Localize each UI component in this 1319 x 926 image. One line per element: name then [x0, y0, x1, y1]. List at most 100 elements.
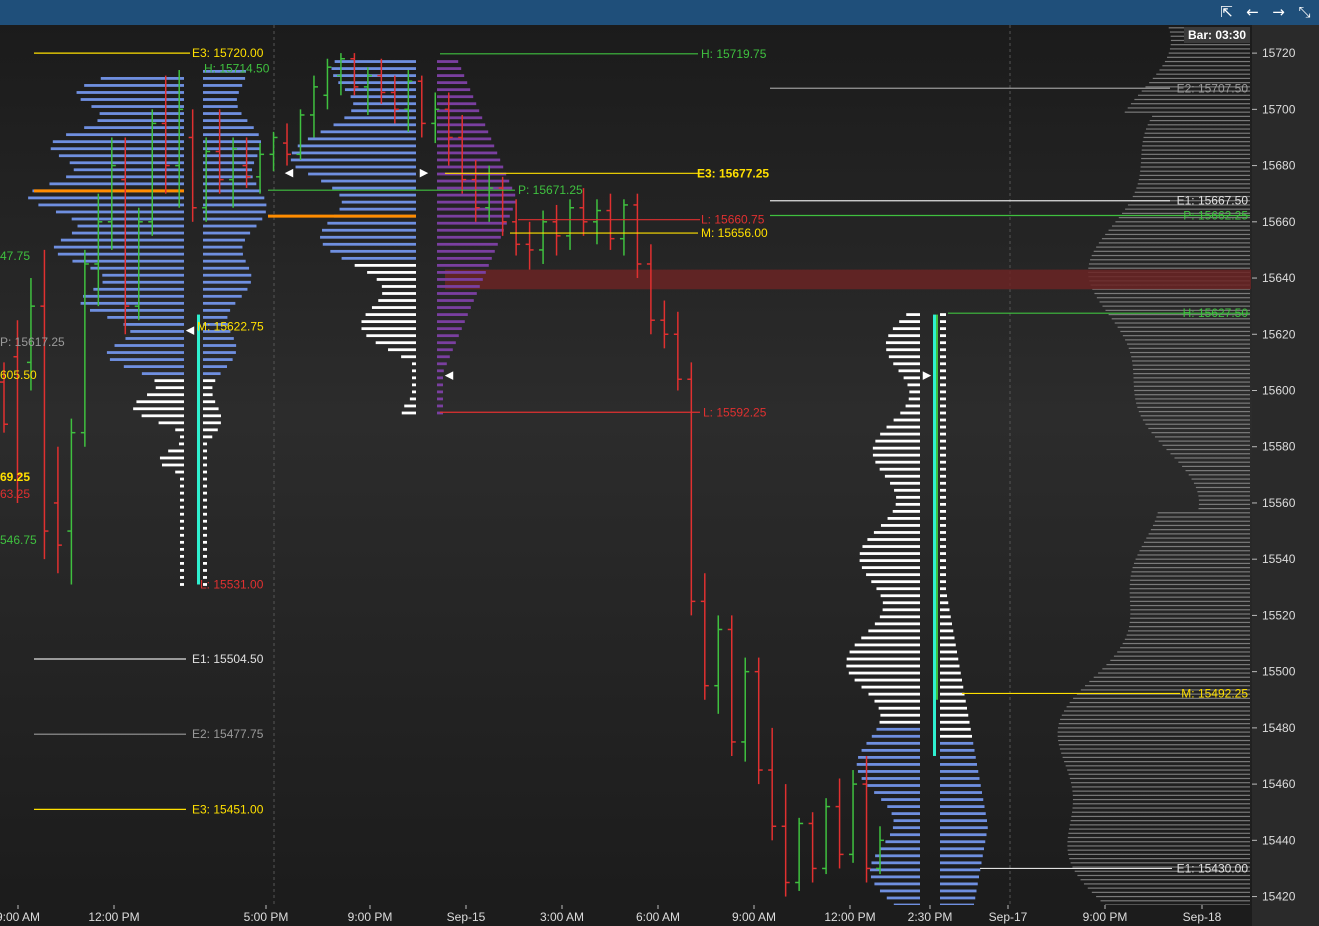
market-profile-bar [203, 470, 207, 474]
price-level-label: H: 15719.75 [701, 47, 767, 61]
market-profile-bar [203, 133, 259, 137]
market-profile-bar [180, 569, 184, 572]
market-profile-bar [97, 119, 184, 122]
market-profile-chart[interactable]: E3: 15720.00 H: 15714.50 H: 15719.75 E2: 15… [0, 25, 1319, 926]
volume-profile-row [1134, 389, 1250, 392]
market-profile-bar [940, 495, 946, 499]
volume-profile-row [1128, 630, 1250, 632]
market-profile-bar [940, 594, 947, 598]
market-profile-bar [180, 533, 184, 537]
market-profile-bar [404, 404, 416, 408]
volume-profile-row [1096, 246, 1250, 248]
market-profile-bar [437, 116, 483, 120]
volume-profile-row [1154, 436, 1250, 438]
market-profile-bar [125, 337, 184, 340]
range-bar [936, 314, 938, 700]
volume-profile-row [1070, 820, 1250, 822]
volume-profile-row [1143, 136, 1250, 139]
market-profile-bar [940, 355, 946, 359]
volume-profile-row [1167, 56, 1250, 58]
market-profile-bar [940, 763, 977, 766]
market-profile-bar [353, 102, 416, 106]
price-axis-label: 15520 [1262, 608, 1296, 622]
volume-profile-row [1133, 377, 1250, 379]
chart-area[interactable]: E3: 15720.00 H: 15714.50 H: 15719.75 E2: 15… [0, 25, 1319, 926]
volume-profile-row [1137, 554, 1250, 556]
volume-profile-row [1072, 811, 1250, 813]
volume-profile-row [1185, 470, 1250, 472]
market-profile-bar [891, 812, 920, 816]
market-profile-bar [940, 439, 946, 443]
market-profile-bar [880, 594, 920, 598]
volume-profile-row [1152, 524, 1250, 527]
market-profile-bar [388, 348, 416, 352]
price-axis-label: 15540 [1262, 552, 1296, 566]
market-profile-bar [412, 362, 416, 366]
market-profile-bar [437, 81, 468, 85]
volume-profile-row [1133, 381, 1250, 383]
market-profile-bar [940, 327, 946, 331]
volume-profile-row [1154, 520, 1250, 522]
market-profile-bar [874, 699, 920, 703]
market-profile-bar [378, 299, 416, 302]
market-profile-bar [437, 144, 495, 148]
volume-profile-row [1120, 647, 1250, 649]
market-profile-bar [91, 105, 184, 108]
market-profile-bar [875, 854, 920, 858]
market-profile-bar [871, 734, 920, 738]
volume-profile-row [1148, 533, 1250, 535]
market-profile-bar [880, 524, 920, 527]
bar-time-label: Bar: 03:30 [1184, 27, 1250, 43]
arrow-left-icon[interactable]: ← [1244, 4, 1261, 21]
market-profile-bar [71, 231, 184, 235]
market-profile-bar [102, 280, 184, 284]
market-profile-bar [203, 98, 237, 101]
price-level-label: E3: 15720.00 [192, 46, 264, 60]
market-profile-bar [873, 531, 920, 534]
volume-profile-row [1132, 567, 1250, 569]
market-profile-bar [203, 456, 207, 460]
volume-profile-row [1090, 259, 1250, 261]
market-profile-bar [940, 552, 946, 555]
volume-profile-row [1130, 103, 1250, 105]
market-profile-bar [888, 355, 920, 359]
price-axis-label: 15420 [1262, 890, 1296, 904]
market-profile-bar [437, 292, 477, 295]
volume-profile-row [1067, 845, 1250, 847]
volume-profile-row [1094, 292, 1250, 295]
market-profile-bar [154, 379, 184, 383]
market-profile-bar [940, 376, 946, 380]
market-profile-bar [203, 547, 207, 551]
market-profile-bar [203, 217, 263, 221]
volume-profile-row [1106, 664, 1250, 666]
collapse-icon[interactable]: ⤡ [1296, 4, 1313, 21]
volume-profile-row [1066, 706, 1250, 708]
market-profile-bar [168, 449, 184, 453]
market-profile-bar [203, 280, 251, 284]
market-profile-bar [203, 562, 207, 565]
market-profile-bar [940, 678, 962, 682]
market-profile-bar [123, 365, 184, 368]
market-profile-bar [89, 308, 184, 312]
time-axis-label: 12:00 PM [824, 910, 875, 924]
time-axis-label: 6:00 AM [636, 910, 680, 924]
arrow-right-icon[interactable]: → [1270, 4, 1287, 21]
volume-profile-row [1132, 360, 1250, 362]
market-profile-bar [401, 411, 416, 415]
popout-icon[interactable]: ⇱ [1218, 4, 1235, 21]
market-profile-bar [437, 362, 447, 366]
market-profile-bar [141, 414, 184, 418]
volume-profile-row [1122, 335, 1250, 337]
volume-profile-row [1061, 714, 1250, 716]
market-profile-bar [371, 306, 416, 309]
market-profile-bar [180, 540, 184, 544]
volume-profile-row [1127, 107, 1250, 109]
volume-profile-row [1068, 832, 1250, 834]
market-profile-bar [77, 224, 184, 228]
market-profile-bar [940, 509, 946, 513]
volume-profile-row [1141, 153, 1250, 155]
market-profile-bar [893, 362, 920, 366]
market-profile-bar [437, 102, 477, 106]
price-axis-label: 15440 [1262, 833, 1296, 847]
market-profile-bar [893, 819, 920, 823]
